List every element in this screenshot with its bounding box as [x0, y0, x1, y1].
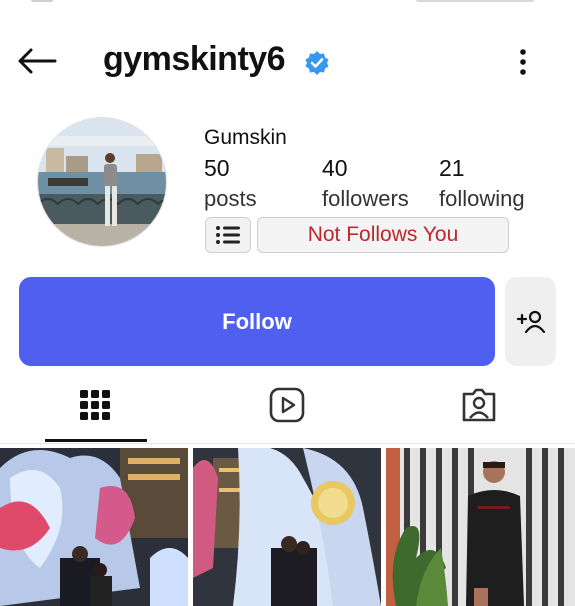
posts-label: posts [204, 186, 257, 211]
status-bar-indicators [415, 0, 535, 2]
grid-icon [80, 390, 110, 420]
suggested-users-button[interactable] [505, 277, 556, 366]
tab-reels[interactable] [237, 382, 337, 428]
following-stat[interactable]: 21 following [439, 154, 525, 214]
list-button[interactable] [205, 217, 251, 253]
profile-avatar[interactable] [37, 117, 167, 247]
not-follows-you-badge: Not Follows You [257, 217, 509, 253]
posts-count: 50 [204, 155, 230, 181]
post-thumbnail[interactable] [386, 448, 575, 606]
posts-stat[interactable]: 50 posts [204, 154, 257, 214]
profile-tabs [0, 372, 575, 444]
follow-button[interactable]: Follow [19, 277, 495, 366]
status-bar [0, 0, 575, 8]
followers-label: followers [322, 186, 409, 211]
more-vertical-icon [520, 49, 526, 75]
tab-posts-grid[interactable] [45, 382, 145, 428]
profile-header: gymskinty6 [0, 30, 575, 92]
followers-stat[interactable]: 40 followers [322, 154, 409, 214]
back-button[interactable] [14, 44, 60, 78]
list-icon [216, 226, 240, 244]
tabs-divider [0, 443, 575, 444]
tab-tagged[interactable] [429, 382, 529, 428]
followers-count: 40 [322, 155, 348, 181]
add-user-icon [516, 310, 545, 333]
verified-badge-icon [304, 50, 330, 76]
status-bar-time [30, 0, 54, 2]
following-count: 21 [439, 155, 465, 181]
profile-display-name: Gumskin [204, 126, 287, 149]
post-thumbnail[interactable] [193, 448, 381, 606]
post-thumbnail[interactable] [0, 448, 188, 606]
reels-icon [269, 387, 305, 423]
tagged-icon [462, 388, 496, 422]
profile-username: gymskinty6 [103, 40, 286, 78]
more-options-button[interactable] [505, 44, 541, 80]
arrow-left-icon [18, 48, 57, 74]
active-tab-indicator [45, 439, 147, 442]
following-label: following [439, 186, 525, 211]
